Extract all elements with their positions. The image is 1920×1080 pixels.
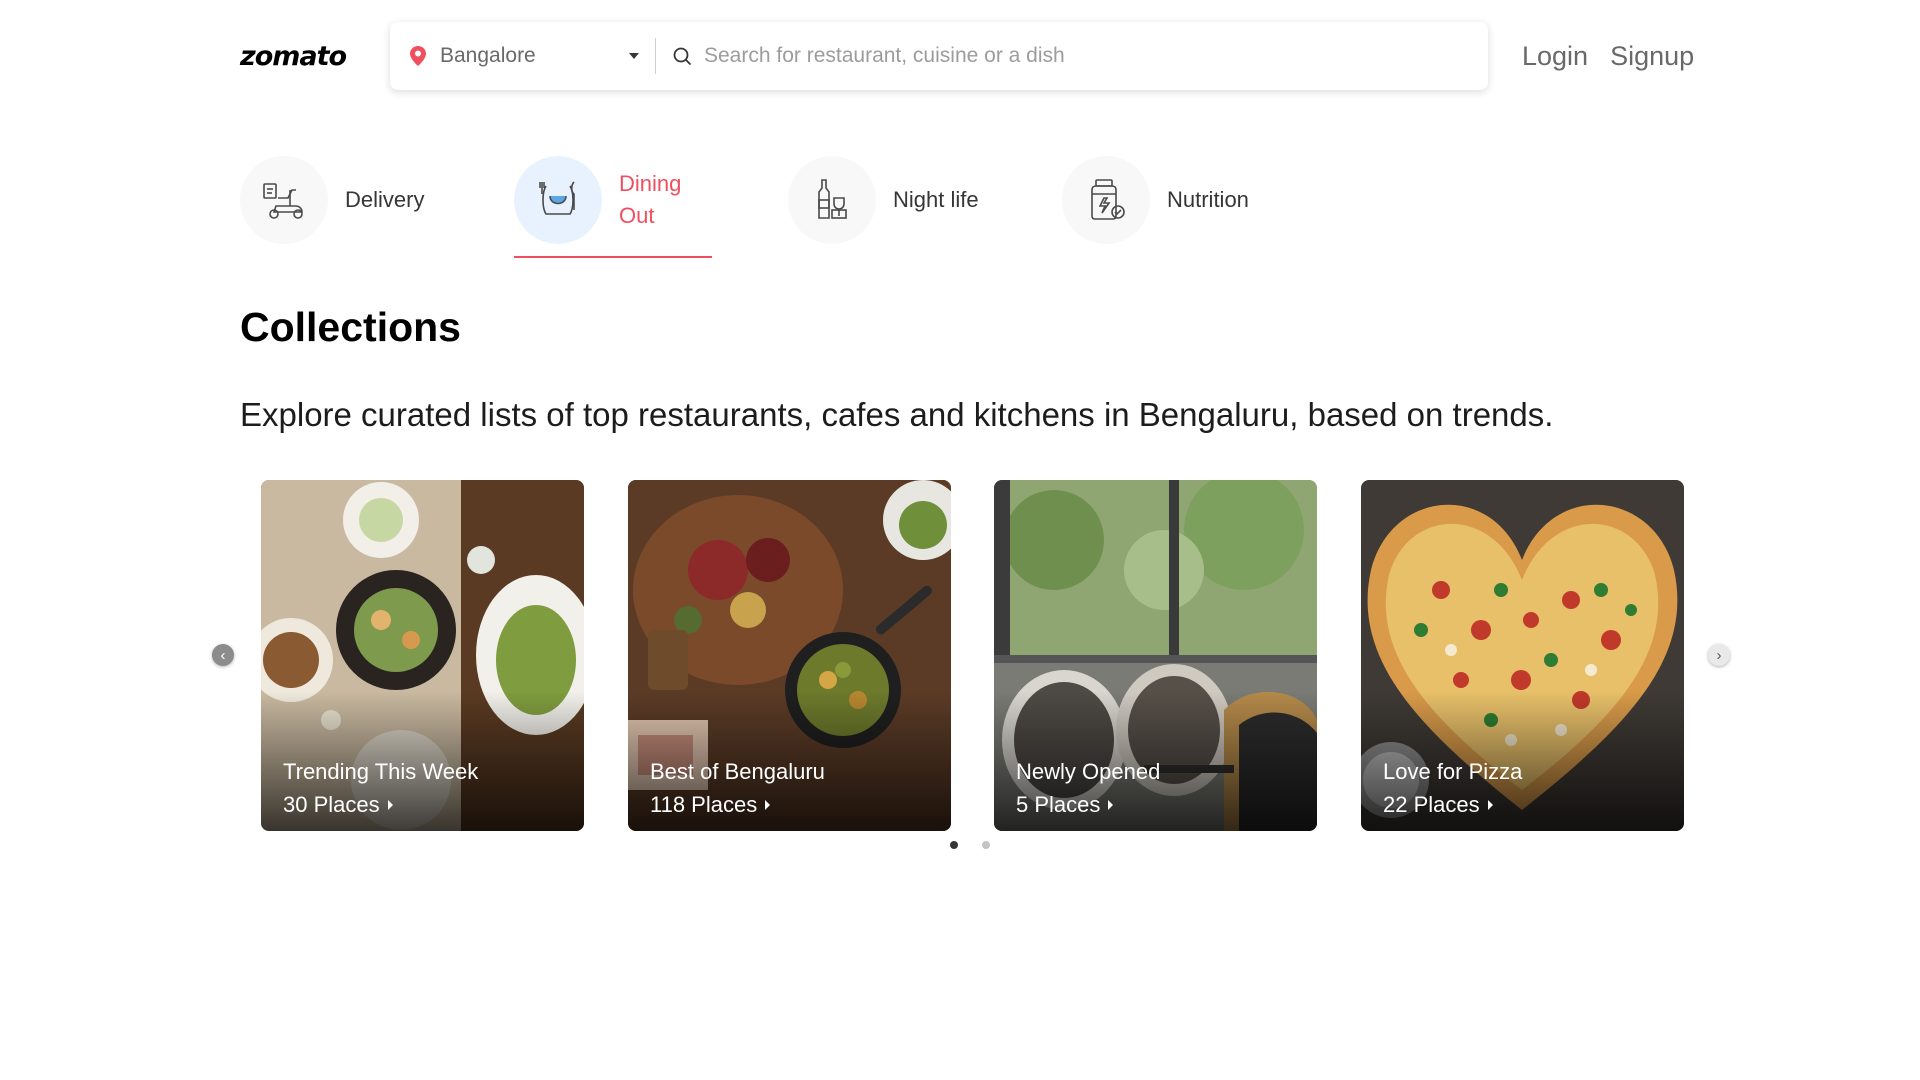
location-selector[interactable]: Bangalore [390, 22, 655, 90]
tab-icon-circle [788, 156, 876, 244]
tab-icon-circle [514, 156, 602, 244]
chevron-down-icon[interactable] [629, 53, 639, 59]
collection-count: 5 Places [1016, 792, 1114, 818]
header: zomato Bangalore Login Signup [240, 22, 1700, 90]
carousel-pagination [950, 841, 990, 849]
collection-name: Love for Pizza [1383, 759, 1523, 784]
carousel-next-button[interactable]: › [1708, 644, 1730, 666]
tab-icon-circle [240, 156, 328, 244]
nutrition-jar-icon [1091, 179, 1125, 220]
tab-delivery[interactable]: Delivery [240, 156, 514, 256]
zomato-logo[interactable]: zomato [240, 41, 390, 72]
tab-icon-circle [1062, 156, 1150, 244]
nightlife-bottle-icon [818, 179, 847, 219]
collection-card[interactable]: Newly Opened 5 Places [994, 480, 1317, 831]
category-tabs: Delivery Dining Out Night life Nutrition [240, 156, 1336, 258]
pagination-dot[interactable] [950, 841, 958, 849]
auth-links: Login Signup [1522, 22, 1694, 90]
collection-card[interactable]: Best of Bengaluru 118 Places [628, 480, 951, 831]
collection-name: Trending This Week [283, 759, 479, 784]
collection-count: 118 Places [650, 792, 771, 818]
login-link[interactable]: Login [1522, 41, 1588, 72]
tab-night-life[interactable]: Night life [788, 156, 1062, 256]
caret-right-icon [387, 800, 393, 810]
tab-nutrition[interactable]: Nutrition [1062, 156, 1336, 256]
tab-label: Night life [893, 187, 979, 212]
signup-link[interactable]: Signup [1610, 41, 1694, 72]
location-value: Bangalore [440, 44, 536, 67]
tab-label: Nutrition [1167, 187, 1249, 212]
count-text: 5 Places [1016, 792, 1101, 817]
carousel-prev-button[interactable]: ‹ [212, 644, 234, 666]
caret-right-icon [1108, 800, 1114, 810]
caret-right-icon [765, 800, 771, 810]
count-text: 30 Places [283, 792, 380, 817]
tab-dining-out[interactable]: Dining Out [514, 156, 788, 258]
collection-card[interactable]: Love for Pizza 22 Places [1361, 480, 1684, 831]
location-pin-icon [410, 46, 426, 66]
collection-name: Newly Opened [1016, 759, 1161, 784]
search-bar: Bangalore [390, 22, 1488, 90]
tab-label: Delivery [345, 187, 425, 212]
collection-name: Best of Bengaluru [650, 759, 825, 784]
collections-carousel: ‹ Trending This Week 30 Places Best of B… [212, 480, 1736, 860]
collection-card[interactable]: Trending This Week 30 Places [261, 480, 584, 831]
collections-title: Collections [240, 304, 461, 350]
search-input[interactable] [704, 44, 1488, 68]
tab-label: Dining Out [619, 156, 719, 244]
collection-count: 30 Places [283, 792, 393, 818]
delivery-scooter-icon [263, 183, 303, 219]
dining-plate-icon [539, 181, 575, 215]
collections-subtitle: Explore curated lists of top restaurants… [240, 396, 1554, 433]
collection-count: 22 Places [1383, 792, 1493, 818]
tab-label-text: Dining Out [619, 171, 682, 228]
caret-right-icon [1487, 800, 1493, 810]
count-text: 22 Places [1383, 792, 1480, 817]
search-field-wrapper [656, 22, 1488, 90]
pagination-dot[interactable] [982, 841, 990, 849]
search-icon [673, 47, 691, 65]
count-text: 118 Places [650, 792, 758, 817]
